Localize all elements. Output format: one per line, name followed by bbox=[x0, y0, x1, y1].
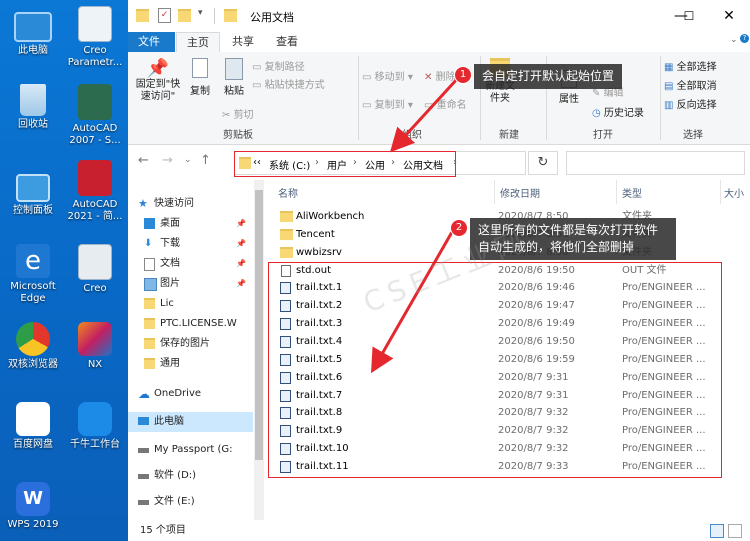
desktop-icon-dual-core-browser[interactable]: 双核浏览器 bbox=[2, 322, 64, 371]
desktop-icon-recycle-bin[interactable]: 回收站 bbox=[2, 84, 64, 131]
control-panel-icon bbox=[16, 174, 50, 202]
desktop-icon-label: Creo Parametr... bbox=[67, 45, 123, 68]
desktop-icon-label: Creo bbox=[83, 283, 107, 294]
desktop-icon-qianniu[interactable]: 千牛工作台 bbox=[64, 402, 126, 451]
desktop-icon-label: 回收站 bbox=[18, 119, 48, 130]
qianniu-icon bbox=[78, 402, 112, 436]
desktop-icon-label: AutoCAD 2007 - S... bbox=[69, 123, 121, 146]
browser-icon bbox=[16, 322, 50, 356]
desktop-icon-autocad-2007[interactable]: AutoCAD 2007 - S... bbox=[64, 84, 126, 147]
desktop-icon-label: 控制面板 bbox=[13, 205, 53, 216]
desktop-icon-label: NX bbox=[87, 359, 103, 370]
explorer-window: ✓ ▾ 公用文档 — ☐ ✕ 文件 主页 共享 查看 ⌄ ? 📌 固定到"快速访… bbox=[128, 0, 750, 541]
desktop-icon-creo[interactable]: Creo bbox=[64, 244, 126, 295]
baidu-netdisk-icon bbox=[16, 402, 50, 436]
recycle-bin-icon bbox=[20, 84, 46, 116]
desktop-icon-label: WPS 2019 bbox=[7, 519, 59, 530]
autocad-2021-icon bbox=[78, 160, 112, 196]
desktop-icon-nx[interactable]: NX bbox=[64, 322, 126, 371]
desktop-icon-baidu-netdisk[interactable]: 百度网盘 bbox=[2, 402, 64, 451]
callout-1-badge: 1 bbox=[454, 66, 472, 84]
autocad-2007-icon bbox=[78, 84, 112, 120]
edge-icon: e bbox=[16, 244, 50, 278]
desktop-icon-label: AutoCAD 2021 - 简... bbox=[67, 199, 123, 222]
desktop: 此电脑 Creo Parametr... 回收站 AutoCAD 2007 - … bbox=[0, 0, 128, 541]
creo-icon bbox=[78, 244, 112, 280]
desktop-icon-label: Microsoft Edge bbox=[10, 281, 56, 304]
desktop-icon-creo-parametric[interactable]: Creo Parametr... bbox=[64, 6, 126, 69]
desktop-icon-edge[interactable]: e Microsoft Edge bbox=[2, 244, 64, 305]
desktop-icon-label: 此电脑 bbox=[18, 45, 48, 56]
callout-1: 会自定打开默认起始位置 bbox=[474, 64, 623, 89]
wps-icon: W bbox=[16, 482, 50, 516]
monitor-icon bbox=[14, 12, 52, 42]
desktop-icon-control-panel[interactable]: 控制面板 bbox=[2, 166, 64, 217]
desktop-icon-this-pc[interactable]: 此电脑 bbox=[2, 6, 64, 57]
desktop-icon-label: 双核浏览器 bbox=[8, 359, 58, 370]
desktop-icon-wps[interactable]: W WPS 2019 bbox=[2, 482, 64, 531]
desktop-icon-label: 百度网盘 bbox=[13, 439, 53, 450]
desktop-icon-label: 千牛工作台 bbox=[70, 439, 120, 450]
desktop-icon-autocad-2021[interactable]: AutoCAD 2021 - 简... bbox=[64, 160, 126, 223]
callout-2-badge: 2 bbox=[450, 219, 468, 237]
nx-icon bbox=[78, 322, 112, 356]
arrow-to-address bbox=[389, 76, 460, 153]
creo-parametric-icon bbox=[78, 6, 112, 42]
